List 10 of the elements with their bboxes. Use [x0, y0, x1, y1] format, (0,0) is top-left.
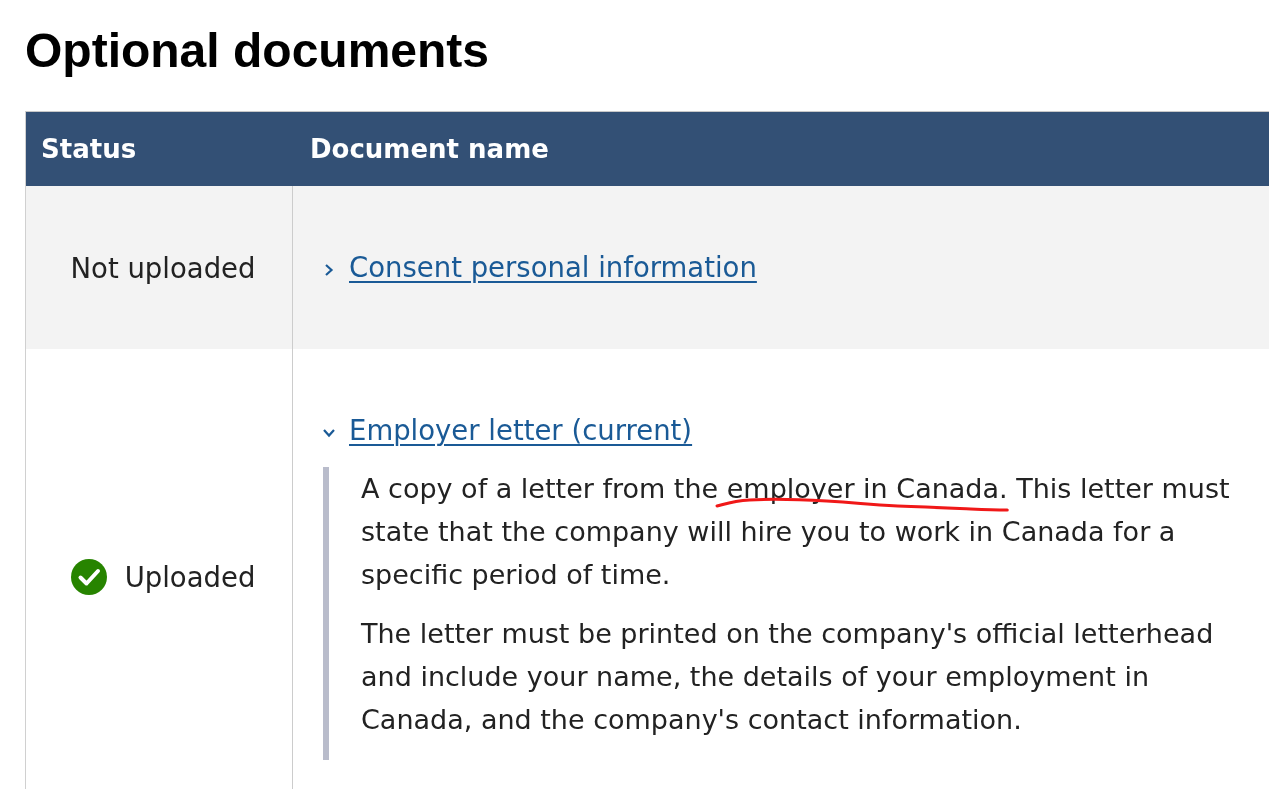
- status-text: Not uploaded: [70, 251, 256, 284]
- document-link[interactable]: Employer letter (current): [323, 409, 693, 452]
- details-paragraph: A copy of a letter from the employer in Canada. This letter must state that the company will hire you to work in Canada for a specific period of time.: [361, 472, 1231, 592]
- page-title: Optional documents: [24, 23, 490, 79]
- check-circle-icon: [70, 559, 107, 595]
- column-header: Status: [40, 133, 138, 166]
- details-paragraph: The letter must be printed on the company's official letterhead and include your name, the details of your employment in Canada, and the company's contact information.: [361, 617, 1215, 737]
- column-header: Document name: [309, 133, 550, 166]
- status-text: Uploaded: [124, 561, 256, 593]
- document-link[interactable]: Consent personal information: [323, 246, 757, 289]
